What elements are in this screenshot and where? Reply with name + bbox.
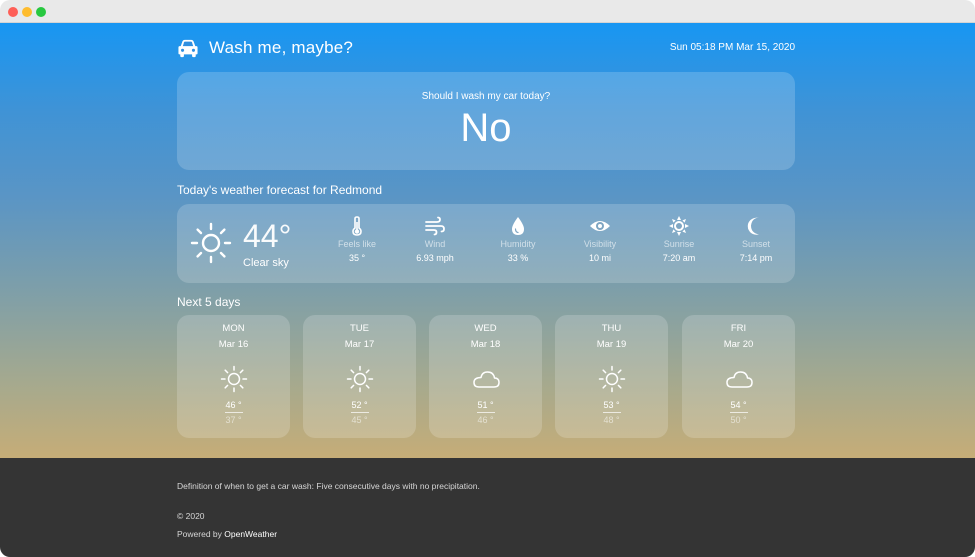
- cloud-icon: [725, 371, 753, 388]
- sun-icon: [598, 365, 625, 393]
- forecast-low: 50 °: [730, 415, 747, 425]
- temperature-divider: [729, 412, 748, 413]
- forecast-high: 51 °: [477, 400, 494, 410]
- stat-label: Feels like: [337, 239, 376, 249]
- sun-icon: [190, 222, 232, 264]
- forecast-high: 53 °: [603, 400, 620, 410]
- forecast-day-card: THU Mar 19 53 ° 48 °: [555, 315, 668, 438]
- current-temperature: 44°: [243, 218, 292, 254]
- forecast-day-name: FRI: [730, 323, 747, 334]
- forecast-low: 46 °: [477, 415, 494, 425]
- minimize-window-button[interactable]: [22, 7, 32, 17]
- stat-label: Wind: [424, 239, 446, 249]
- cloud-icon: [472, 371, 500, 388]
- forecast-low: 45 °: [351, 415, 368, 425]
- stat-sunrise: Sunrise 7:20 am: [644, 216, 714, 263]
- car-icon: [178, 39, 198, 58]
- stat-value: 7:20 am: [662, 253, 696, 263]
- wash-answer: No: [460, 106, 512, 150]
- forecast-date: Mar 18: [470, 339, 501, 350]
- sun-icon: [346, 365, 373, 393]
- stat-label: Visibility: [583, 239, 617, 249]
- forecast-high: 54 °: [730, 400, 747, 410]
- forecast-day-card: MON Mar 16 46 ° 37 °: [177, 315, 290, 438]
- droplet-icon: [512, 217, 524, 235]
- forecast-day-card: WED Mar 18 51 ° 46 °: [429, 315, 542, 438]
- stat-wind: Wind 6.93 mph: [400, 216, 470, 263]
- forecast-date: Mar 20: [723, 339, 754, 350]
- wind-icon: [425, 216, 445, 236]
- eye-icon: [590, 221, 610, 231]
- forecast-day-card: FRI Mar 20 54 ° 50 °: [682, 315, 795, 438]
- temperature-divider: [350, 412, 369, 413]
- stat-value: 33 %: [507, 253, 529, 263]
- hero-section: Wash me, maybe? Sun 05:18 PM Mar 15, 202…: [0, 23, 975, 458]
- stat-feels-like: Feels like 35 °: [322, 216, 392, 263]
- forecast-high: 46 °: [225, 400, 242, 410]
- forecast-day-name: THU: [601, 323, 622, 334]
- temperature-divider: [476, 412, 495, 413]
- wash-question: Should I wash my car today?: [421, 91, 551, 102]
- thermometer-icon: [352, 216, 362, 236]
- forecast-low: 37 °: [225, 415, 242, 425]
- copyright: © 2020: [177, 511, 205, 521]
- answer-card: Should I wash my car today? No: [177, 72, 795, 170]
- forecast-date: Mar 17: [344, 339, 375, 350]
- forecast-low: 48 °: [603, 415, 620, 425]
- moon-icon: [747, 217, 759, 235]
- stat-sunset: Sunset 7:14 pm: [721, 216, 791, 263]
- today-forecast-heading: Today's weather forecast for Redmond: [177, 183, 383, 197]
- powered-by: Powered by OpenWeather: [177, 529, 277, 539]
- brand[interactable]: Wash me, maybe?: [177, 38, 353, 58]
- zoom-window-button[interactable]: [36, 7, 46, 17]
- stat-value: 10 mi: [588, 253, 611, 263]
- sun-icon: [220, 365, 247, 393]
- forecast-day-name: MON: [222, 323, 245, 334]
- forecast-date: Mar 16: [218, 339, 249, 350]
- current-weather-card: 44° Clear sky Feels like 35 ° Wind 6.93 …: [177, 204, 795, 283]
- powered-by-label: Powered by: [177, 529, 222, 539]
- app-window: Wash me, maybe? Sun 05:18 PM Mar 15, 202…: [0, 0, 975, 557]
- current-datetime: Sun 05:18 PM Mar 15, 2020: [669, 42, 795, 53]
- stat-value: 7:14 pm: [739, 253, 773, 263]
- current-condition: Clear sky: [243, 257, 289, 269]
- openweather-link[interactable]: OpenWeather: [224, 529, 277, 539]
- stat-value: 6.93 mph: [416, 253, 454, 263]
- stat-label: Sunrise: [663, 239, 695, 249]
- forecast-day-card: TUE Mar 17 52 ° 45 °: [303, 315, 416, 438]
- temperature-divider: [224, 412, 243, 413]
- temperature-divider: [602, 412, 621, 413]
- stat-visibility: Visibility 10 mi: [565, 216, 635, 263]
- app-title: Wash me, maybe?: [209, 38, 354, 57]
- forecast-date: Mar 19: [596, 339, 627, 350]
- stat-label: Humidity: [500, 239, 536, 249]
- forecast-day-name: TUE: [350, 323, 369, 334]
- stat-label: Sunset: [741, 239, 771, 249]
- car-wash-definition: Definition of when to get a car wash: Fi…: [177, 481, 480, 491]
- forecast-high: 52 °: [351, 400, 368, 410]
- page-footer: Definition of when to get a car wash: Fi…: [0, 458, 975, 557]
- close-window-button[interactable]: [8, 7, 18, 17]
- forecast-day-name: WED: [474, 323, 497, 334]
- stat-value: 35 °: [348, 253, 366, 263]
- stat-humidity: Humidity 33 %: [483, 216, 553, 263]
- window-titlebar: [0, 0, 975, 23]
- sunrise-icon: [669, 216, 689, 236]
- next-days-heading: Next 5 days: [177, 295, 241, 309]
